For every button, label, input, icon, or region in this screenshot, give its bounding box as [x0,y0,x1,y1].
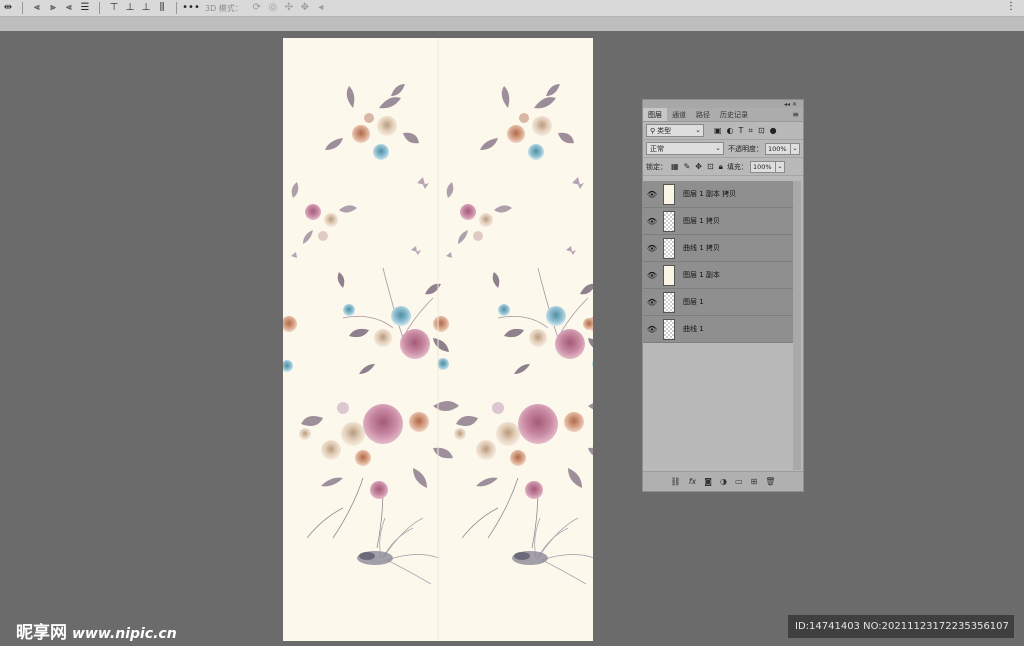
document-canvas[interactable] [283,38,593,641]
lock-position-icon[interactable]: ✥ [695,162,702,172]
watermark-url: www.nipic.cn [72,626,177,642]
eye-icon[interactable]: 👁︎ [643,325,661,334]
filter-toggle-icon[interactable]: ● [770,126,777,136]
chevron-down-icon[interactable]: ⌄ [791,142,800,155]
align-left-icon[interactable]: ⫷ [29,1,45,15]
layer-name: 图层 1 副本 拷贝 [683,190,737,198]
layer-name: 曲线 1 [683,325,704,333]
layer-row[interactable]: 👁︎ 曲线 1 [643,316,793,343]
lock-paint-icon[interactable]: ✎ [684,162,691,172]
panel-menu-icon[interactable]: ≡ [792,110,799,119]
align-top-icon[interactable]: ⊤ [106,1,122,15]
adjustment-icon[interactable]: ◑ [720,477,727,486]
distribute-vertical-icon[interactable]: ⫼ [154,1,170,15]
layer-list-scrollbar[interactable] [793,181,801,470]
3d-scale-icon[interactable]: ◂ [313,1,329,15]
layer-name: 图层 1 副本 [683,271,720,279]
filter-kind-label: 类型 [657,126,672,135]
mask-icon[interactable]: ◙ [704,477,712,486]
watermark-brand-name: 昵享网 [16,623,67,643]
fx-icon[interactable]: fx [689,477,697,486]
lock-label: 锁定： [646,162,667,171]
3d-slide-icon[interactable]: ✥ [297,1,313,15]
panel-tabs: 图层 通道 路径 历史记录 ≡ [643,108,803,122]
blend-row: 正常 ⌄ 不透明度： 100% ⌄ [643,140,803,158]
layers-panel: ◂◂ ✕ 图层 通道 路径 历史记录 ≡ ⚲ 类型 ⌄ ▣ ◐ T ⌗ ⊡ ● [642,99,804,492]
align-right-icon[interactable]: ⫷ [61,1,77,15]
type-filter-icon[interactable]: T [739,126,744,136]
layer-thumbnail [663,183,675,205]
search-icon: ⚲ [650,126,656,135]
watermark-brand: 昵享网 www.nipic.cn [16,618,177,643]
fill-label: 填充： [726,162,748,171]
panel-collapse-icon[interactable]: ◂◂ ✕ [643,100,803,108]
chevron-down-icon: ⌄ [695,126,701,134]
toolbar-separator [176,2,177,14]
options-toolbar: ⇹ ⫷ ⫸ ⫷ ☰ ⊤ ⊥ ⊥ ⫼ ••• 3D 模式： ⟳ ◎ ✣ ✥ ◂ ⋮ [0,0,1024,17]
align-middle-icon[interactable]: ⊥ [122,1,138,15]
chevron-down-icon: ⌄ [715,144,721,152]
chevron-down-icon[interactable]: ⌄ [775,160,785,173]
shape-filter-icon[interactable]: ⌗ [748,126,753,136]
floral-artwork [283,38,593,641]
eye-icon[interactable]: 👁︎ [643,271,661,280]
tab-history[interactable]: 历史记录 [715,108,753,121]
layer-thumbnail [663,237,675,259]
blend-mode-value: 正常 [650,144,664,153]
distribute-icon[interactable]: ☰ [77,1,93,15]
layer-row[interactable]: 👁︎ 图层 1 [643,289,793,316]
fill-input[interactable]: 100% [749,160,776,173]
opacity-label: 不透明度： [728,144,763,153]
layer-thumbnail [663,210,675,232]
layer-row[interactable]: 👁︎ 图层 1 拷贝 [643,208,793,235]
tab-channels[interactable]: 通道 [667,108,691,121]
layer-name: 图层 1 [683,298,704,306]
smart-object-filter-icon[interactable]: ⊡ [758,126,765,136]
adjustment-filter-icon[interactable]: ◐ [727,126,734,136]
layer-row[interactable]: 👁︎ 图层 1 副本 拷贝 [643,181,793,208]
filter-row: ⚲ 类型 ⌄ ▣ ◐ T ⌗ ⊡ ● [643,122,803,140]
folder-icon[interactable]: ▭ [735,477,743,486]
align-center-icon[interactable]: ⫸ [45,1,61,15]
toolbar-separator [22,2,23,14]
lock-transparent-icon[interactable]: ▦ [671,162,679,172]
layer-name: 曲线 1 拷贝 [683,244,720,252]
layer-thumbnail [663,264,675,286]
tab-paths[interactable]: 路径 [691,108,715,121]
layer-thumbnail [663,318,675,340]
layer-name: 图层 1 拷贝 [683,217,720,225]
workspace-menu-icon[interactable]: ⋮ [1006,1,1016,12]
eye-icon[interactable]: 👁︎ [643,217,661,226]
eye-icon[interactable]: 👁︎ [643,190,661,199]
opacity-input[interactable]: 100% [765,142,791,155]
lock-artboard-icon[interactable]: ⊡ [707,162,714,172]
3d-orbit-icon[interactable]: ⟳ [249,1,265,15]
3d-drag-icon[interactable]: ✣ [281,1,297,15]
lock-all-icon[interactable]: 🔒︎ [719,162,723,172]
eye-icon[interactable]: 👁︎ [643,298,661,307]
image-filter-icon[interactable]: ▣ [714,126,722,136]
layer-list: 👁︎ 图层 1 副本 拷贝 👁︎ 图层 1 拷贝 👁︎ 曲线 1 拷贝 👁︎ 图… [643,181,803,470]
layers-panel-footer: ⛓︎ fx ◙ ◑ ▭ ⊞ 🗑︎ [643,471,803,491]
toolbar-separator [99,2,100,14]
new-layer-icon[interactable]: ⊞ [751,477,758,486]
layer-row[interactable]: 👁︎ 图层 1 副本 [643,262,793,289]
layer-thumbnail [663,291,675,313]
move-tool-icon[interactable]: ⇹ [0,1,16,15]
more-icon[interactable]: ••• [182,1,200,15]
trash-icon[interactable]: 🗑︎ [765,477,775,486]
eye-icon[interactable]: 👁︎ [643,244,661,253]
lock-row: 锁定： ▦ ✎ ✥ ⊡ 🔒︎ 填充： 100% ⌄ [643,158,803,176]
document-tab-bar [0,17,1024,31]
filter-kind-select[interactable]: ⚲ 类型 ⌄ [646,124,704,137]
link-icon[interactable]: ⛓︎ [671,477,681,486]
align-bottom-icon[interactable]: ⊥ [138,1,154,15]
photoshop-window: ⇹ ⫷ ⫸ ⫷ ☰ ⊤ ⊥ ⊥ ⫼ ••• 3D 模式： ⟳ ◎ ✣ ✥ ◂ ⋮ [0,0,1024,646]
watermark-id: ID:14741403 NO:20211123172235356107 [788,615,1014,638]
layer-row[interactable]: 👁︎ 曲线 1 拷贝 [643,235,793,262]
tab-layers[interactable]: 图层 [643,108,667,121]
blend-mode-select[interactable]: 正常 ⌄ [646,142,724,155]
3d-mode-label: 3D 模式： [205,3,243,13]
3d-roll-icon[interactable]: ◎ [265,1,281,15]
